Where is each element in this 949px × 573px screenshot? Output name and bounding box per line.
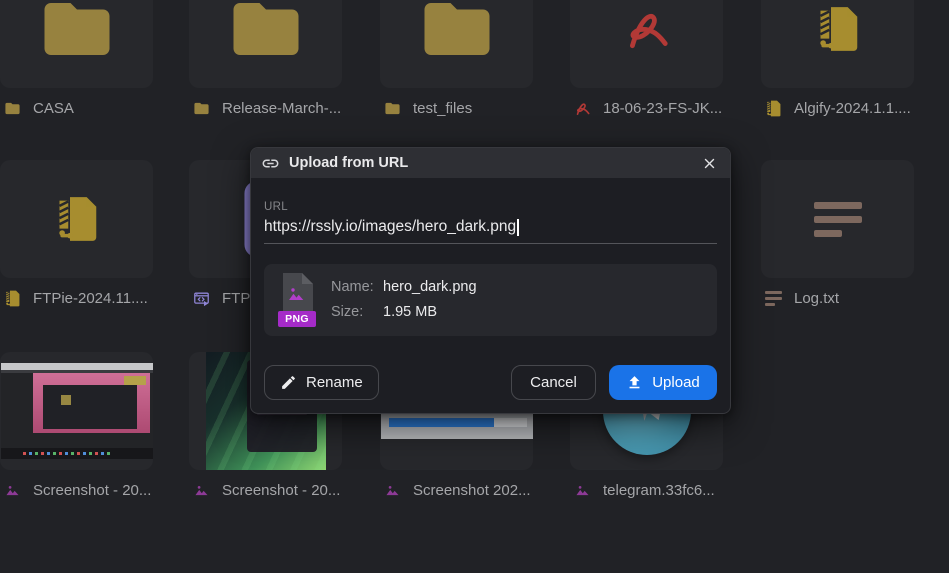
close-button[interactable] <box>698 152 720 174</box>
size-value: 1.95 MB <box>383 304 437 320</box>
text-card[interactable] <box>761 160 914 278</box>
file-label: Screenshot 202... <box>380 480 540 500</box>
image-thumbnail <box>0 363 153 459</box>
text-icon <box>765 290 782 306</box>
text-icon <box>813 201 862 237</box>
url-input-value: https://rssly.io/images/hero_dark.png <box>264 218 517 235</box>
png-badge: PNG <box>278 311 316 327</box>
url-input[interactable]: https://rssly.io/images/hero_dark.png <box>264 218 717 244</box>
size-label: Size: <box>331 304 364 320</box>
file-label: Screenshot - 20... <box>0 480 160 500</box>
edit-icon <box>282 376 295 389</box>
file-label: telegram.33fc6... <box>570 480 730 500</box>
text-caret <box>517 218 520 236</box>
image-card[interactable] <box>0 352 153 470</box>
file-tile: Screenshot - 20... <box>0 0 153 573</box>
document-icon <box>283 273 313 313</box>
url-field-label: URL <box>264 201 288 213</box>
name-label: Name: <box>331 279 374 295</box>
cancel-button[interactable]: Cancel <box>511 365 596 400</box>
name-value: hero_dark.png <box>383 279 477 295</box>
file-name: Log.txt <box>794 289 840 307</box>
png-file-icon: PNG <box>278 273 316 327</box>
close-icon <box>704 158 714 168</box>
rename-button[interactable]: Rename <box>264 365 379 400</box>
dialog-actions: Rename Cancel Upload <box>264 365 717 400</box>
dialog-header: Upload from URL <box>251 148 730 178</box>
dialog-title: Upload from URL <box>289 155 409 171</box>
file-meta: Name: hero_dark.png Size: 1.95 MB <box>331 275 477 325</box>
file-name: Screenshot - 20... <box>33 481 152 499</box>
file-label: Screenshot - 20... <box>189 480 349 500</box>
file-name: Screenshot 202... <box>413 481 531 499</box>
upload-icon <box>629 376 640 389</box>
upload-button[interactable]: Upload <box>609 365 717 400</box>
file-name: Screenshot - 20... <box>222 481 341 499</box>
dialog-body: URL https://rssly.io/images/hero_dark.pn… <box>251 201 730 400</box>
image-icon <box>576 485 589 495</box>
file-name: telegram.33fc6... <box>603 481 715 499</box>
image-icon <box>195 485 208 495</box>
image-icon <box>6 485 19 495</box>
image-icon <box>386 485 399 495</box>
file-label: Log.txt <box>761 288 921 308</box>
file-preview-panel: PNG Name: hero_dark.png Size: 1.95 MB <box>264 264 717 336</box>
file-tile: Log.txt <box>761 0 914 573</box>
upload-from-url-dialog: Upload from URL URL https://rssly.io/ima… <box>250 147 731 414</box>
file-manager-screen: CASA Release-March-... test_files 18-06-… <box>0 0 949 573</box>
link-icon <box>262 159 279 167</box>
